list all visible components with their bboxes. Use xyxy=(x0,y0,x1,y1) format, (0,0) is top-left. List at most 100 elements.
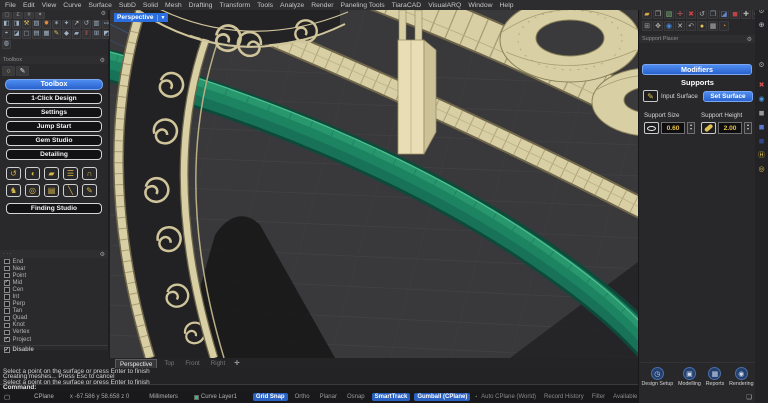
checkbox-perp[interactable] xyxy=(4,301,10,307)
tool-icon[interactable]: ✕ xyxy=(675,21,685,31)
gem-studio-button[interactable]: Gem Studio xyxy=(6,135,102,146)
tool-icon[interactable]: ⊞ xyxy=(92,30,101,39)
tool-icon[interactable]: ✛ xyxy=(675,9,685,19)
sphere-icon[interactable]: ◉ xyxy=(757,94,767,104)
tool-icon[interactable]: ✥ xyxy=(653,21,663,31)
tool-icon[interactable]: ↗ xyxy=(72,20,81,29)
toolbar-tab-icon[interactable]: £ xyxy=(13,12,23,19)
menu-item-tools[interactable]: Tools xyxy=(257,2,273,9)
status-toggle-ortho[interactable]: Ortho xyxy=(292,393,313,401)
checkbox-tan[interactable] xyxy=(4,308,10,314)
menu-item-edit[interactable]: Edit xyxy=(23,2,35,9)
jewelry-tool-icon[interactable]: ∩ xyxy=(82,167,97,180)
panel-icon[interactable]: ◼ xyxy=(757,108,767,118)
tool-icon[interactable]: ▦ xyxy=(708,21,718,31)
tool-icon[interactable]: ↺ xyxy=(697,9,707,19)
status-toggle-planar[interactable]: Planar xyxy=(317,393,340,401)
grid-toggle-icon[interactable]: ▢ xyxy=(4,393,10,401)
checkbox-knot[interactable] xyxy=(4,323,10,329)
viewport-tab-top[interactable]: Top xyxy=(160,359,178,368)
tool-icon[interactable]: ◼ xyxy=(730,9,740,19)
jewelry-tool-icon[interactable]: ╲ xyxy=(63,184,78,197)
help-icon[interactable]: Ⓗ xyxy=(757,150,767,160)
checkbox-mid[interactable]: ✓ xyxy=(4,280,10,286)
menu-item-tiaracad[interactable]: TiaraCAD xyxy=(392,2,422,9)
tool-icon[interactable]: ✦ xyxy=(62,20,71,29)
tool-icon[interactable]: ⚒ xyxy=(22,20,31,29)
checkbox-near[interactable] xyxy=(4,266,10,272)
gear-icon[interactable]: ⚙ xyxy=(100,57,105,64)
toolbox-tab-icon[interactable]: ✎ xyxy=(16,66,29,76)
reports-button[interactable]: ▦Reports xyxy=(706,367,725,387)
tool-icon[interactable]: ◪ xyxy=(12,30,21,39)
support-size-input[interactable]: 0.60 xyxy=(661,122,685,134)
cplane-button[interactable]: CPlane xyxy=(34,394,54,400)
tool-icon[interactable]: ◧ xyxy=(2,20,11,29)
status-toggle-smarttrack[interactable]: SmartTrack xyxy=(372,393,411,401)
checkbox-cen[interactable] xyxy=(4,287,10,293)
modifiers-button[interactable]: Modifiers xyxy=(642,64,752,75)
status-record-history[interactable]: Record History xyxy=(544,394,584,400)
jewelry-tool-icon[interactable]: ▤ xyxy=(44,184,59,197)
menu-item-visualarq[interactable]: VisualARQ xyxy=(428,2,461,9)
settings-button[interactable]: Settings xyxy=(6,107,102,118)
gear-icon[interactable]: ⚙ xyxy=(757,60,767,70)
menu-item-file[interactable]: File xyxy=(5,2,16,9)
jewelry-tool-icon[interactable]: ☰ xyxy=(63,167,78,180)
support-size-stepper[interactable]: ▲▼ xyxy=(687,122,695,134)
checkbox-vertex[interactable] xyxy=(4,330,10,336)
tool-icon[interactable]: ✚ xyxy=(741,9,751,19)
toolbar-tab-icon[interactable]: # xyxy=(24,12,34,19)
viewport-tab-right[interactable]: Right xyxy=(207,359,229,368)
ring-icon[interactable]: ◎ xyxy=(757,164,767,174)
menu-item-curve[interactable]: Curve xyxy=(63,2,81,9)
menu-item-transform[interactable]: Transform xyxy=(219,2,250,9)
detailing-button[interactable]: Detailing xyxy=(6,149,102,160)
jewelry-tool-icon[interactable]: ↺ xyxy=(6,167,21,180)
units-button[interactable]: Millimeters xyxy=(149,394,178,400)
support-height-stepper[interactable]: ▲▼ xyxy=(744,122,752,134)
tool-icon[interactable]: ✶ xyxy=(52,20,61,29)
checkbox-quad[interactable] xyxy=(4,316,10,322)
panel-icon[interactable]: ◼ xyxy=(757,136,767,146)
finding-studio-button[interactable]: Finding Studio xyxy=(6,203,102,214)
menu-item-paneling-tools[interactable]: Paneling Tools xyxy=(341,2,385,9)
tool-icon[interactable]: ▢ xyxy=(22,30,31,39)
jewelry-tool-icon[interactable]: ✎ xyxy=(82,184,97,197)
tool-icon[interactable]: ◨ xyxy=(12,20,21,29)
tool-icon[interactable]: ◉ xyxy=(664,21,674,31)
toolbox-main-button[interactable]: Toolbox xyxy=(5,79,103,90)
toolbox-tab-icon[interactable]: ○ xyxy=(2,66,15,76)
tool-icon[interactable]: ▥ xyxy=(92,20,101,29)
status-toggle-osnap[interactable]: Osnap xyxy=(344,393,368,401)
panel-icon[interactable]: ◼ xyxy=(757,122,767,132)
viewport[interactable]: Perspective ▼ xyxy=(110,10,638,358)
status-auto-cplane-world[interactable]: Auto CPlane (World) xyxy=(481,394,536,400)
tool-icon[interactable]: ✎ xyxy=(52,30,61,39)
toolbar-tab-icon[interactable]: ▢ xyxy=(2,12,12,19)
gear-icon[interactable]: ⚙ xyxy=(747,36,752,43)
gear-icon[interactable]: ⚙ xyxy=(100,251,105,258)
tool-icon[interactable]: ‖ xyxy=(82,30,91,39)
tool-icon[interactable]: ✖ xyxy=(686,9,696,19)
panel-toggle-icon[interactable]: ❏ xyxy=(746,393,752,401)
jump-start-button[interactable]: Jump Start xyxy=(6,121,102,132)
menu-item-view[interactable]: View xyxy=(42,2,57,9)
tool-icon[interactable]: ◪ xyxy=(719,9,729,19)
layer-indicator[interactable]: Curve Layer1 xyxy=(194,394,237,400)
menu-item-solid[interactable]: Solid xyxy=(143,2,158,9)
tool-icon[interactable]: ⊞ xyxy=(642,21,652,31)
viewport-canvas[interactable] xyxy=(110,10,638,358)
menu-item-mesh[interactable]: Mesh xyxy=(165,2,182,9)
checkbox-end[interactable] xyxy=(4,259,10,265)
tool-icon[interactable]: ◍ xyxy=(2,40,11,49)
tool-icon[interactable]: ✸ xyxy=(42,20,51,29)
tool-icon[interactable]: ◓ xyxy=(2,30,11,39)
rendering-button[interactable]: ◉Rendering xyxy=(729,367,753,387)
toolbar-tab-icon[interactable]: ✦ xyxy=(35,12,45,19)
checkbox-disable[interactable]: ✓ xyxy=(4,347,10,353)
support-height-input[interactable]: 2.00 xyxy=(718,122,742,134)
tool-icon[interactable]: ▧ xyxy=(664,9,674,19)
tool-icon[interactable]: ↺ xyxy=(82,20,91,29)
jewelry-tool-icon[interactable]: ◎ xyxy=(25,184,40,197)
